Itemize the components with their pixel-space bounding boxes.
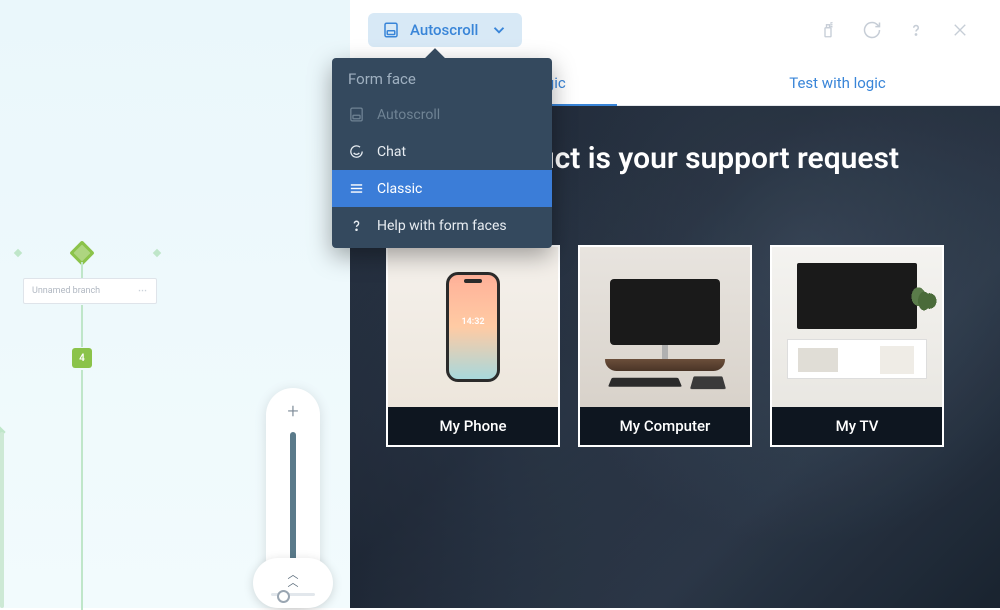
- close-icon[interactable]: [938, 8, 982, 52]
- keyboard-illustration: [608, 378, 682, 387]
- topbar: Autoscroll: [350, 0, 1000, 60]
- dropdown-item-label: Classic: [377, 181, 422, 197]
- question-node-number: 4: [79, 353, 85, 364]
- side-flow-line: [0, 432, 4, 608]
- tv-console-illustration: [787, 339, 927, 379]
- canvas-panel: Unnamed branch ⋯ 4 + ︿︿: [0, 0, 350, 608]
- branch-menu-icon[interactable]: ⋯: [138, 286, 148, 296]
- option-image: [772, 247, 942, 407]
- question-node[interactable]: 4: [72, 348, 92, 368]
- dropdown-item-label: Help with form faces: [377, 218, 507, 234]
- tab-test-with-logic[interactable]: Test with logic: [675, 60, 1000, 105]
- dropdown-item-chat[interactable]: Chat: [332, 133, 552, 170]
- dropdown-header: Form face: [332, 58, 552, 96]
- options-row: 14:32 My Phone My Computer: [386, 245, 964, 447]
- autoscroll-icon: [348, 106, 365, 123]
- phone-illustration: 14:32: [446, 272, 500, 382]
- spray-icon[interactable]: [806, 8, 850, 52]
- tv-illustration: [797, 263, 917, 329]
- flow-line: [81, 305, 83, 347]
- refresh-icon[interactable]: [850, 8, 894, 52]
- option-image: 14:32: [388, 247, 558, 407]
- option-image: [580, 247, 750, 407]
- zoom-in-button[interactable]: +: [282, 400, 304, 422]
- tab-label: Test with logic: [789, 74, 885, 92]
- branch-connector-right: [100, 250, 160, 256]
- form-face-dropdown: Form face Autoscroll Chat Classic Help w…: [332, 58, 552, 248]
- option-card-tv[interactable]: My TV: [770, 245, 944, 447]
- autoscroll-icon: [382, 21, 400, 39]
- form-face-label: Autoscroll: [410, 21, 478, 39]
- help-icon: [348, 217, 365, 234]
- chat-icon: [348, 143, 365, 160]
- dropdown-item-help[interactable]: Help with form faces: [332, 207, 552, 244]
- help-icon[interactable]: [894, 8, 938, 52]
- dropdown-item-classic[interactable]: Classic: [332, 170, 552, 207]
- zoom-mini-slider[interactable]: [271, 593, 315, 596]
- monitor-illustration: [610, 279, 720, 345]
- dropdown-item-label: Chat: [377, 144, 406, 160]
- zoom-knob[interactable]: ︿︿: [253, 558, 333, 608]
- flow-line-2: [81, 370, 83, 610]
- branch-connector-left: [15, 250, 69, 256]
- option-label: My Phone: [388, 407, 558, 445]
- option-label: My Computer: [580, 407, 750, 445]
- option-card-phone[interactable]: 14:32 My Phone: [386, 245, 560, 447]
- option-card-computer[interactable]: My Computer: [578, 245, 752, 447]
- plant-illustration: [910, 279, 938, 323]
- mousepad-illustration: [690, 376, 726, 389]
- form-face-selector[interactable]: Autoscroll: [368, 13, 522, 47]
- branch-card[interactable]: Unnamed branch ⋯: [23, 278, 157, 304]
- chevron-up-icon: ︿︿: [288, 571, 299, 587]
- dropdown-item-autoscroll[interactable]: Autoscroll: [332, 96, 552, 133]
- chevron-down-icon: [490, 21, 508, 39]
- classic-icon: [348, 180, 365, 197]
- monitor-stand: [605, 359, 725, 371]
- phone-clock: 14:32: [449, 317, 497, 327]
- option-label: My TV: [772, 407, 942, 445]
- dropdown-item-label: Autoscroll: [377, 107, 440, 123]
- branch-label: Unnamed branch: [32, 286, 100, 296]
